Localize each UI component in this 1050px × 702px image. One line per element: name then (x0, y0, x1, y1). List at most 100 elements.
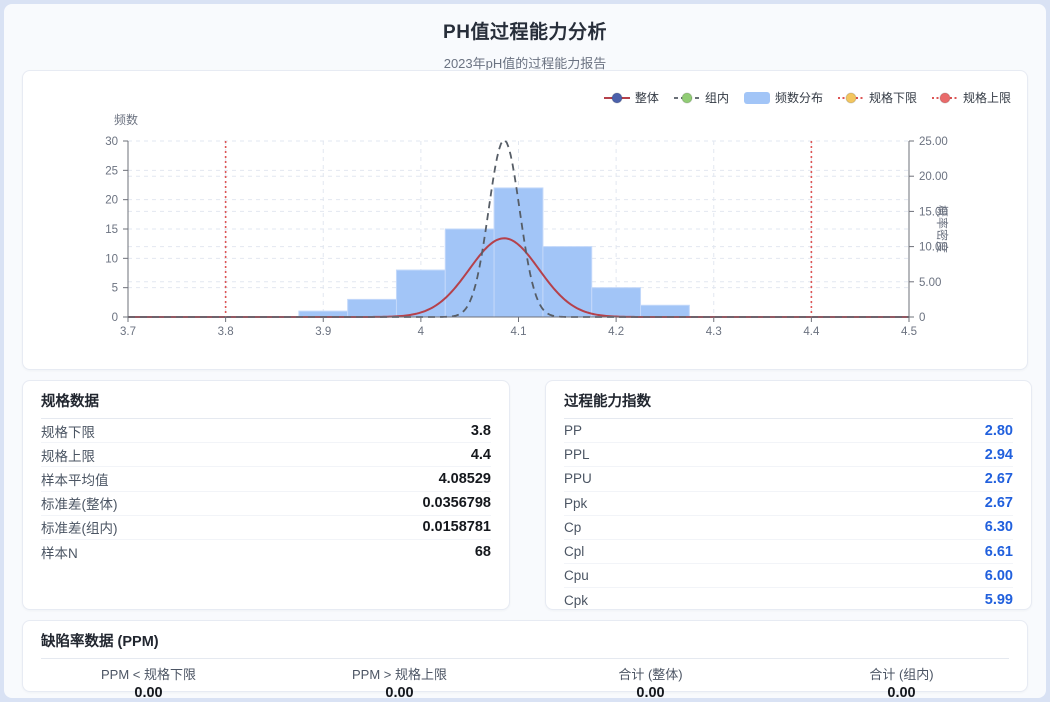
row-value: 5.99 (985, 592, 1013, 608)
axis-tick-label: 10 (105, 253, 118, 265)
ppm-value: 0.00 (23, 685, 274, 701)
table-row: Cpk 5.99 (564, 588, 1013, 612)
table-row: Ppk 2.67 (564, 492, 1013, 516)
usl-series-icon (932, 91, 958, 105)
row-value: 2.67 (985, 471, 1013, 487)
table-row: 样本N 68 (41, 540, 491, 564)
table-row: 样本平均值 4.08529 (41, 467, 491, 491)
row-value: 4.08529 (439, 471, 491, 487)
axis-tick-label: 20 (105, 195, 118, 207)
ppm-label: PPM < 规格下限 (23, 664, 274, 683)
legend-label: 频数分布 (775, 89, 823, 106)
ppm-col-total-overall: 合计 (整体) 0.00 (525, 664, 776, 701)
page-title: PH值过程能力分析 (4, 17, 1046, 44)
ppm-label: PPM > 规格上限 (274, 664, 525, 683)
row-value: 0.0356798 (422, 495, 491, 511)
capability-chart[interactable]: 05101520253005.0010.0015.0020.0025.003.7… (23, 71, 1029, 371)
axis-tick-label: 25.00 (919, 136, 948, 148)
axis-tick-label: 5 (112, 283, 118, 295)
row-label: 样本N (41, 542, 78, 562)
row-label: 标准差(组内) (41, 517, 118, 537)
row-label: 规格上限 (41, 445, 95, 465)
row-value: 68 (475, 544, 491, 560)
table-row: PPU 2.67 (564, 467, 1013, 491)
axis-tick-label: 3.9 (315, 326, 331, 338)
table-row: 规格下限 3.8 (41, 419, 491, 443)
row-value: 6.00 (985, 568, 1013, 584)
row-label: PPL (564, 447, 590, 462)
ppm-label: 合计 (整体) (525, 664, 776, 683)
axis-tick-label: 4.2 (608, 326, 624, 338)
axis-tick-label: 4.4 (803, 326, 820, 338)
row-value: 2.80 (985, 423, 1013, 439)
histogram-bar (641, 305, 690, 317)
table-row: 规格上限 4.4 (41, 443, 491, 467)
table-row: PPL 2.94 (564, 443, 1013, 467)
histogram-bar (348, 299, 397, 317)
row-label: PPU (564, 471, 592, 486)
histogram-series-icon (744, 91, 770, 105)
axis-tick-label: 0 (919, 312, 925, 324)
axis-tick-label: 3.8 (218, 326, 234, 338)
report-page: PH值过程能力分析 2023年pH值的过程能力报告 整体 组内 频数分布 规格下… (4, 4, 1046, 698)
row-label: Cpk (564, 593, 588, 608)
panel-title: 规格数据 (41, 381, 491, 419)
histogram-bar (592, 288, 641, 317)
row-label: Ppk (564, 496, 587, 511)
legend-label: 规格下限 (869, 89, 917, 106)
row-label: Cpl (564, 544, 584, 559)
axis-tick-label: 5.00 (919, 277, 941, 289)
overall-series-icon (604, 91, 630, 105)
ppm-value: 0.00 (776, 685, 1027, 701)
spec-data-panel: 规格数据 规格下限 3.8 规格上限 4.4 样本平均值 4.08529 标准差… (22, 380, 510, 610)
ppm-panel: 缺陷率数据 (PPM) PPM < 规格下限 0.00 PPM > 规格上限 0… (22, 620, 1028, 692)
ppm-col-below-lsl: PPM < 规格下限 0.00 (23, 664, 274, 701)
row-label: Cpu (564, 568, 589, 583)
row-label: 样本平均值 (41, 469, 109, 489)
ppm-label: 合计 (组内) (776, 664, 1027, 683)
table-row: Cpu 6.00 (564, 564, 1013, 588)
y-left-axis-title: 频数 (114, 112, 138, 127)
legend-label: 组内 (705, 89, 729, 106)
legend-label: 规格上限 (963, 89, 1011, 106)
axis-tick-label: 30 (105, 136, 118, 148)
axis-tick-label: 15 (105, 224, 118, 236)
table-row: PP 2.80 (564, 419, 1013, 443)
table-row: 标准差(组内) 0.0158781 (41, 516, 491, 540)
row-value: 0.0158781 (422, 519, 491, 535)
legend-item-within[interactable]: 组内 (674, 89, 729, 106)
table-row: 标准差(整体) 0.0356798 (41, 492, 491, 516)
ppm-value: 0.00 (525, 685, 776, 701)
axis-tick-label: 20.00 (919, 171, 948, 183)
axis-tick-label: 4.5 (901, 326, 917, 338)
row-value: 2.94 (985, 447, 1013, 463)
ppm-col-total-within: 合计 (组内) 0.00 (776, 664, 1027, 701)
row-label: 标准差(整体) (41, 493, 118, 513)
histogram-bar (543, 247, 592, 317)
legend-item-usl[interactable]: 规格上限 (932, 89, 1011, 106)
table-row: Cp 6.30 (564, 516, 1013, 540)
axis-tick-label: 25 (105, 165, 118, 177)
table-row: Cpl 6.61 (564, 540, 1013, 564)
report-header: PH值过程能力分析 2023年pH值的过程能力报告 (4, 4, 1046, 72)
row-label: Cp (564, 520, 581, 535)
row-value: 2.67 (985, 495, 1013, 511)
legend-item-frequency[interactable]: 频数分布 (744, 89, 823, 106)
histogram-bar (396, 270, 445, 317)
within-series-icon (674, 91, 700, 105)
axis-tick-label: 0 (112, 312, 118, 324)
histogram-bar (494, 188, 543, 317)
capability-chart-card: 整体 组内 频数分布 规格下限 规格上限 05101520253005.0010… (22, 70, 1028, 370)
ppm-col-above-usl: PPM > 规格上限 0.00 (274, 664, 525, 701)
axis-tick-label: 4.1 (511, 326, 527, 338)
axis-tick-label: 3.7 (120, 326, 136, 338)
capability-index-panel: 过程能力指数 PP 2.80 PPL 2.94 PPU 2.67 Ppk 2.6… (545, 380, 1032, 610)
row-value: 3.8 (471, 423, 491, 439)
legend-label: 整体 (635, 89, 659, 106)
legend-item-overall[interactable]: 整体 (604, 89, 659, 106)
legend-item-lsl[interactable]: 规格下限 (838, 89, 917, 106)
axis-tick-label: 4 (418, 326, 425, 338)
lsl-series-icon (838, 91, 864, 105)
row-label: PP (564, 423, 582, 438)
row-value: 6.61 (985, 544, 1013, 560)
